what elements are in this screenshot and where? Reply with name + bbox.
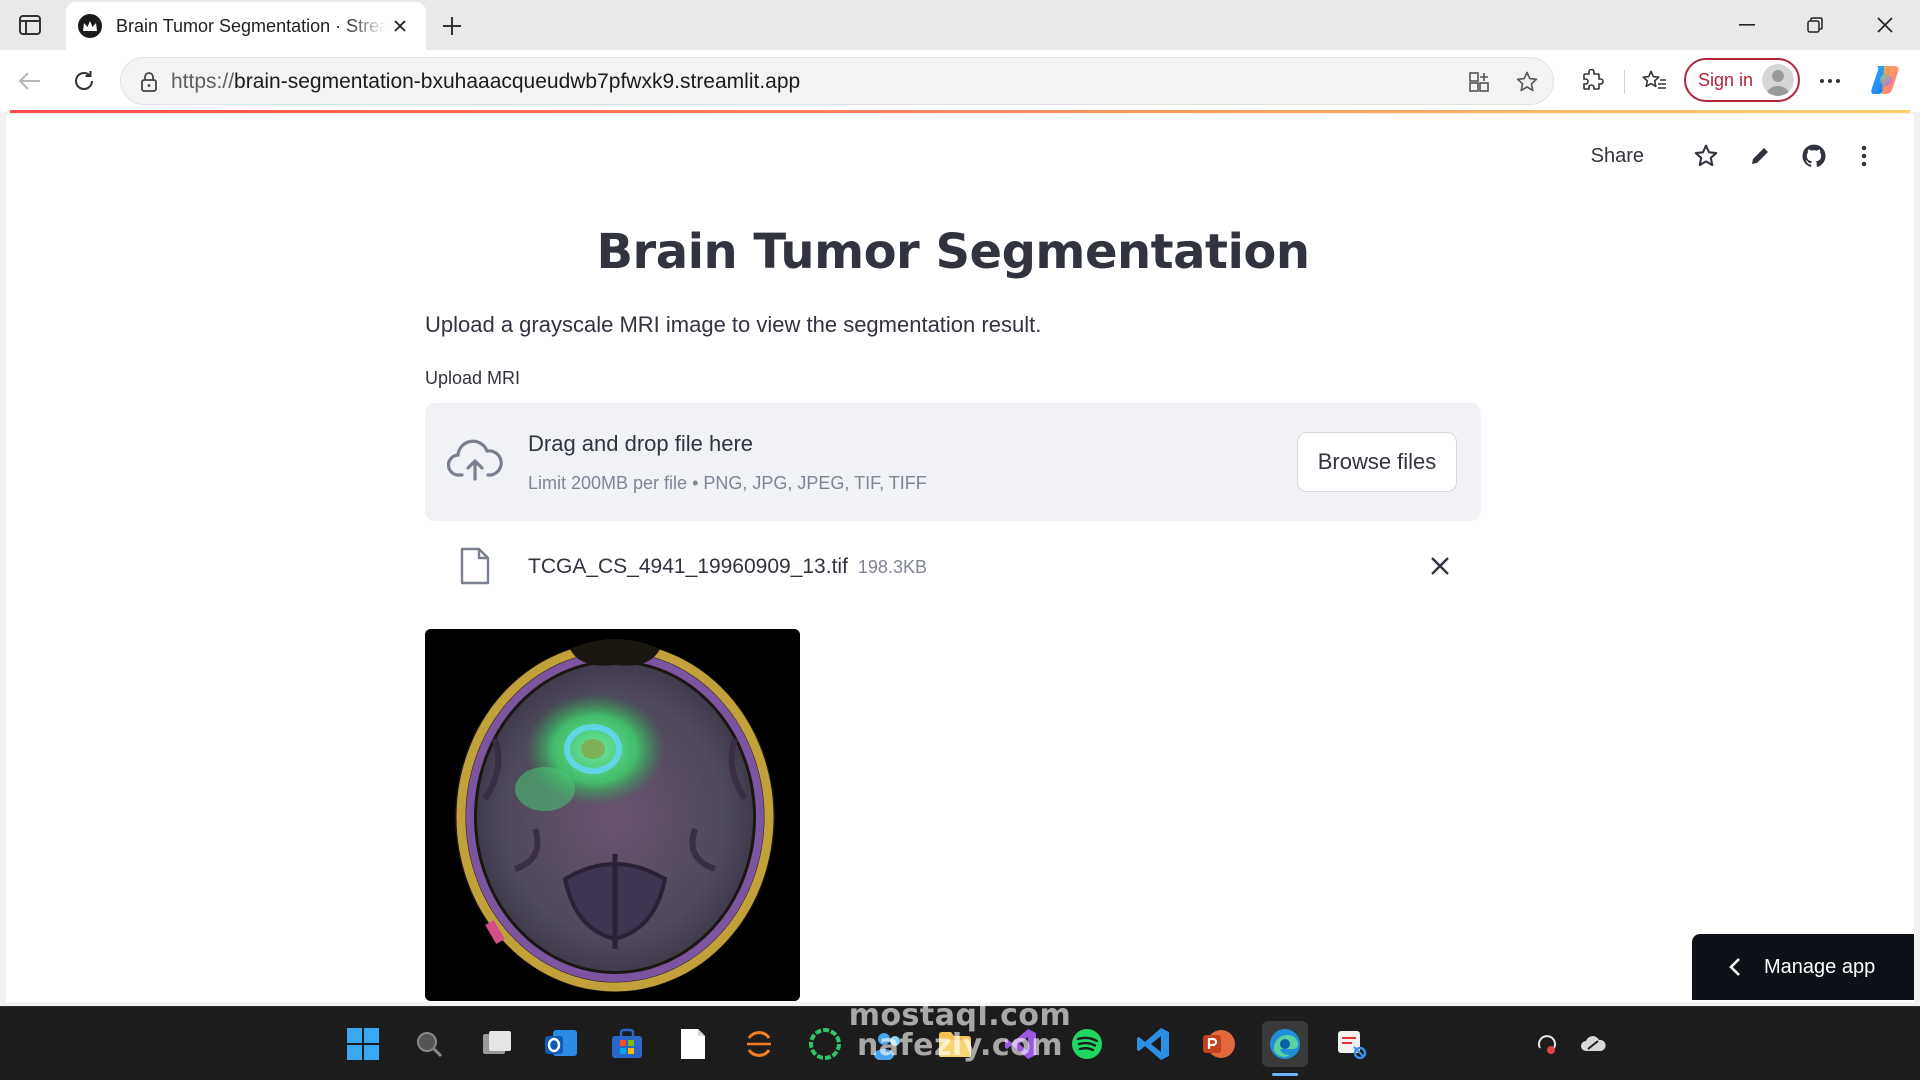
streamlit-favicon-icon	[78, 14, 102, 38]
dropzone-title: Drag and drop file here	[528, 431, 754, 456]
outlook-icon[interactable]	[538, 1021, 584, 1067]
onedrive-icon[interactable]	[1578, 1029, 1608, 1059]
snipping-tool-icon[interactable]	[1328, 1021, 1374, 1067]
people-app-icon[interactable]	[866, 1021, 912, 1067]
search-icon[interactable]	[406, 1021, 452, 1067]
copilot-icon[interactable]	[1866, 60, 1906, 100]
green-ring-app-icon[interactable]	[802, 1021, 848, 1067]
windows-start-icon[interactable]	[340, 1021, 386, 1067]
star-icon[interactable]	[1688, 138, 1724, 174]
task-view-icon[interactable]	[474, 1021, 520, 1067]
tab-actions-icon[interactable]	[14, 10, 46, 40]
browse-files-button[interactable]: Browse files	[1297, 432, 1457, 492]
manage-app-label: Manage app	[1764, 955, 1876, 978]
chevron-left-icon	[1729, 958, 1740, 976]
tab-title: Brain Tumor Segmentation · Streamlit	[116, 15, 386, 36]
file-name: TCGA_CS_4941_19960909_13.tif	[528, 555, 848, 578]
dropzone-limit: Limit 200MB per file • PNG, JPG, JPEG, T…	[528, 473, 927, 493]
browser-toolbar: https://brain-segmentation-bxuhaaacqueud…	[0, 50, 1920, 112]
browser-tabstrip: Brain Tumor Segmentation · Streamlit	[0, 0, 1920, 50]
share-button[interactable]: Share	[1591, 145, 1644, 168]
page-title: Brain Tumor Segmentation	[596, 224, 1310, 280]
spotify-icon[interactable]	[1064, 1021, 1110, 1067]
tray-sync-icon[interactable]	[1532, 1029, 1562, 1059]
profile-avatar-icon	[1762, 64, 1794, 96]
app-available-icon[interactable]	[1463, 66, 1495, 98]
sign-in-label: Sign in	[1698, 69, 1754, 90]
file-explorer-icon[interactable]	[932, 1021, 978, 1067]
file-size: 198.3KB	[857, 557, 927, 577]
close-window-icon[interactable]	[1862, 8, 1908, 42]
main-menu-icon[interactable]	[1846, 138, 1882, 174]
browser-tab-active[interactable]: Brain Tumor Segmentation · Streamlit	[66, 2, 426, 50]
visual-studio-icon[interactable]	[998, 1021, 1044, 1067]
github-icon[interactable]	[1796, 138, 1832, 174]
toolbar-divider	[1624, 70, 1625, 94]
lock-icon[interactable]	[133, 66, 165, 98]
file-dropzone[interactable]: Drag and drop file here Limit 200MB per …	[425, 403, 1481, 521]
remove-file-icon[interactable]	[1425, 551, 1455, 581]
refresh-icon[interactable]	[64, 61, 104, 101]
favorite-star-icon[interactable]	[1511, 66, 1543, 98]
page-load-progress-bar	[10, 110, 1910, 113]
app-header-actions: Share	[1591, 138, 1882, 174]
notepad-icon[interactable]	[670, 1021, 716, 1067]
back-icon[interactable]	[10, 61, 50, 101]
address-bar[interactable]: https://brain-segmentation-bxuhaaacqueud…	[120, 57, 1554, 105]
manage-app-button[interactable]: Manage app	[1692, 934, 1914, 1000]
extensions-icon[interactable]	[1572, 61, 1612, 101]
uploaded-file-row: TCGA_CS_4941_19960909_13.tif 198.3KB	[425, 521, 1481, 611]
windows-taskbar	[0, 1006, 1920, 1080]
edit-pencil-icon[interactable]	[1742, 138, 1778, 174]
orange-app-icon[interactable]	[736, 1021, 782, 1067]
main-content: Brain Tumor Segmentation Upload a graysc…	[425, 214, 1481, 1001]
restore-icon[interactable]	[1792, 8, 1838, 42]
sign-in-button[interactable]: Sign in	[1684, 58, 1800, 102]
file-icon	[460, 547, 490, 585]
new-tab-icon[interactable]	[436, 10, 468, 42]
vscode-icon[interactable]	[1130, 1021, 1176, 1067]
more-options-icon[interactable]	[1810, 61, 1850, 101]
cloud-upload-icon	[447, 439, 503, 481]
edge-browser-icon[interactable]	[1262, 1021, 1308, 1067]
favorites-icon[interactable]	[1634, 61, 1674, 101]
intro-text: Upload a grayscale MRI image to view the…	[425, 312, 1042, 337]
microsoft-store-icon[interactable]	[604, 1021, 650, 1067]
powerpoint-icon[interactable]	[1196, 1021, 1242, 1067]
mri-segmentation-image	[425, 629, 800, 1001]
url-host: brain-segmentation-bxuhaaacqueudwb7pfwxk…	[234, 70, 801, 93]
upload-label: Upload MRI	[425, 368, 521, 388]
close-tab-icon[interactable]	[386, 12, 414, 40]
file-info: TCGA_CS_4941_19960909_13.tif 198.3KB	[528, 555, 927, 579]
app-viewport: Share Brain Tumor Segmentation Upload a …	[6, 114, 1914, 1002]
minimize-icon[interactable]	[1724, 8, 1770, 42]
url-scheme: https://	[171, 70, 235, 93]
active-app-indicator	[1272, 1073, 1298, 1076]
url-text: https://brain-segmentation-bxuhaaacqueud…	[171, 70, 800, 94]
